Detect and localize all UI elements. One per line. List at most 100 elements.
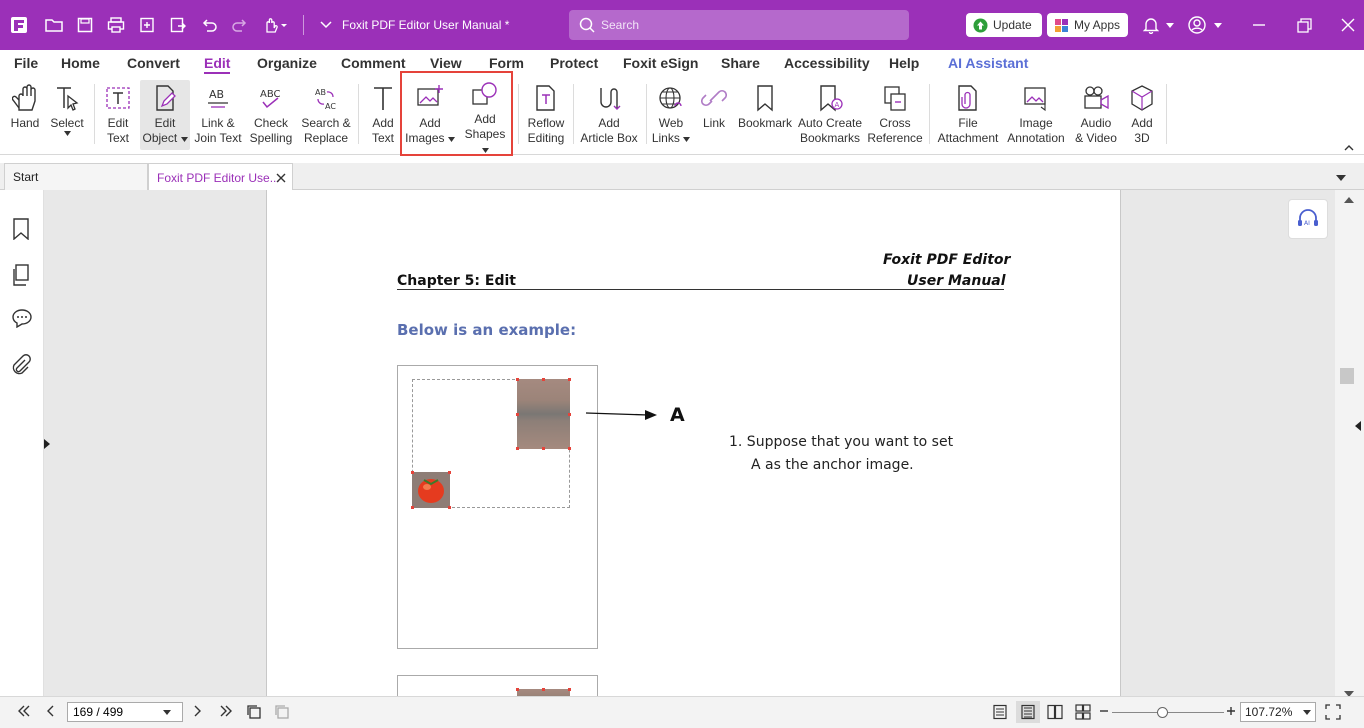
- menu-foxit-esign[interactable]: Foxit eSign: [623, 55, 698, 71]
- chevron-down-icon[interactable]: [1212, 0, 1224, 50]
- zoom-slider-track[interactable]: [1112, 712, 1224, 713]
- restore-window-icon[interactable]: [1290, 0, 1318, 50]
- bookmark-panel-icon[interactable]: [11, 218, 31, 243]
- resize-handle[interactable]: [411, 471, 414, 474]
- vertical-scrollbar[interactable]: [1335, 190, 1364, 697]
- comments-panel-icon[interactable]: [11, 308, 33, 331]
- facing-view-icon[interactable]: [1047, 704, 1063, 723]
- tab-document[interactable]: Foxit PDF Editor Use...: [148, 163, 293, 191]
- file-attachment-button[interactable]: File Attachment: [935, 80, 1001, 150]
- resize-handle[interactable]: [448, 506, 451, 509]
- menu-convert[interactable]: Convert: [127, 55, 180, 71]
- resize-handle[interactable]: [542, 447, 545, 450]
- open-folder-icon[interactable]: [38, 0, 69, 50]
- add-text-button[interactable]: Add Text: [365, 80, 401, 150]
- resize-handle[interactable]: [568, 447, 571, 450]
- search-replace-button[interactable]: AB AC Search & Replace: [300, 80, 352, 150]
- pages-panel-icon[interactable]: [11, 264, 31, 289]
- edit-object-button[interactable]: Edit Object: [140, 80, 190, 150]
- resize-handle[interactable]: [568, 378, 571, 381]
- menu-organize[interactable]: Organize: [257, 55, 317, 71]
- menu-ai-assistant[interactable]: AI Assistant: [948, 55, 1028, 71]
- next-view-icon[interactable]: [274, 704, 290, 723]
- previous-view-icon[interactable]: [246, 704, 262, 723]
- first-page-icon[interactable]: [17, 705, 31, 720]
- fit-screen-icon[interactable]: [1325, 704, 1341, 723]
- expand-panel-arrow-icon[interactable]: [44, 438, 50, 452]
- collapse-right-panel-icon[interactable]: [1355, 420, 1361, 434]
- collapse-ribbon-icon[interactable]: [1344, 140, 1354, 154]
- notification-bell-icon[interactable]: [1136, 0, 1166, 50]
- menu-help[interactable]: Help: [889, 55, 919, 71]
- bookmark-button[interactable]: Bookmark: [737, 80, 793, 150]
- zoom-level-field[interactable]: 107.72%: [1240, 702, 1316, 722]
- add-article-box-button[interactable]: Add Article Box: [578, 80, 640, 150]
- search-input[interactable]: [601, 18, 881, 32]
- export-icon[interactable]: [162, 0, 193, 50]
- select-button[interactable]: Select: [48, 80, 86, 150]
- create-pdf-icon[interactable]: [131, 0, 162, 50]
- scroll-up-icon[interactable]: [1344, 192, 1354, 206]
- strawberry-image[interactable]: [412, 472, 450, 508]
- save-icon[interactable]: [69, 0, 100, 50]
- foxit-logo-icon[interactable]: [0, 0, 38, 50]
- my-apps-button[interactable]: My Apps: [1047, 13, 1128, 37]
- tab-start[interactable]: Start: [4, 163, 148, 190]
- hand-button[interactable]: Hand: [6, 80, 44, 150]
- chevron-down-icon[interactable]: [320, 21, 332, 29]
- scroll-thumb[interactable]: [1340, 368, 1354, 384]
- hand-tool-dropdown-icon[interactable]: [255, 0, 295, 50]
- menu-form[interactable]: Form: [489, 55, 524, 71]
- menu-file[interactable]: File: [14, 55, 38, 71]
- menu-home[interactable]: Home: [61, 55, 100, 71]
- menu-comment[interactable]: Comment: [341, 55, 406, 71]
- menu-view[interactable]: View: [430, 55, 462, 71]
- chevron-down-icon[interactable]: [1166, 0, 1174, 50]
- check-spelling-button[interactable]: ABC Check Spelling: [247, 80, 295, 150]
- undo-icon[interactable]: [193, 0, 224, 50]
- page-number-input[interactable]: [73, 705, 163, 719]
- menu-share[interactable]: Share: [721, 55, 760, 71]
- image-annotation-button[interactable]: Image Annotation: [1004, 80, 1068, 150]
- print-icon[interactable]: [100, 0, 131, 50]
- ai-assistant-float-button[interactable]: AI: [1288, 199, 1328, 239]
- resize-handle[interactable]: [516, 688, 519, 691]
- chevron-down-icon[interactable]: [1303, 709, 1311, 715]
- resize-handle[interactable]: [542, 688, 545, 691]
- resize-handle[interactable]: [516, 447, 519, 450]
- link-join-text-button[interactable]: AB Link & Join Text: [194, 80, 242, 150]
- resize-handle[interactable]: [542, 378, 545, 381]
- zoom-out-icon[interactable]: [1099, 705, 1109, 719]
- resize-handle[interactable]: [516, 378, 519, 381]
- single-page-view-icon[interactable]: [992, 704, 1008, 723]
- resize-handle[interactable]: [448, 471, 451, 474]
- zoom-slider-knob[interactable]: [1156, 707, 1168, 718]
- minimize-icon[interactable]: [1245, 0, 1273, 50]
- web-links-button[interactable]: Web Links: [651, 80, 691, 150]
- previous-page-icon[interactable]: [46, 705, 56, 720]
- update-button[interactable]: Update: [966, 13, 1042, 37]
- resize-handle[interactable]: [516, 413, 519, 416]
- page-number-field[interactable]: [67, 702, 183, 722]
- tab-list-chevron-icon[interactable]: [1336, 170, 1346, 184]
- anchor-image-a[interactable]: [517, 379, 570, 449]
- redo-icon[interactable]: [224, 0, 255, 50]
- cross-reference-button[interactable]: Cross Reference: [866, 80, 924, 150]
- resize-handle[interactable]: [568, 688, 571, 691]
- add-3d-button[interactable]: Add 3D: [1124, 80, 1160, 150]
- reflow-editing-button[interactable]: Reflow Editing: [523, 80, 569, 150]
- next-page-icon[interactable]: [192, 705, 202, 720]
- chevron-down-icon[interactable]: [163, 709, 171, 715]
- edit-text-button[interactable]: Edit Text: [99, 80, 137, 150]
- resize-handle[interactable]: [411, 506, 414, 509]
- menu-accessibility[interactable]: Accessibility: [784, 55, 870, 71]
- search-box[interactable]: [569, 10, 909, 40]
- menu-edit[interactable]: Edit: [204, 55, 231, 74]
- link-button[interactable]: Link: [697, 80, 731, 150]
- close-icon[interactable]: [276, 173, 286, 183]
- account-icon[interactable]: [1184, 0, 1210, 50]
- continuous-facing-view-icon[interactable]: [1075, 704, 1091, 723]
- audio-video-button[interactable]: Audio & Video: [1072, 80, 1120, 150]
- attachments-panel-icon[interactable]: [11, 354, 31, 379]
- last-page-icon[interactable]: [219, 705, 233, 720]
